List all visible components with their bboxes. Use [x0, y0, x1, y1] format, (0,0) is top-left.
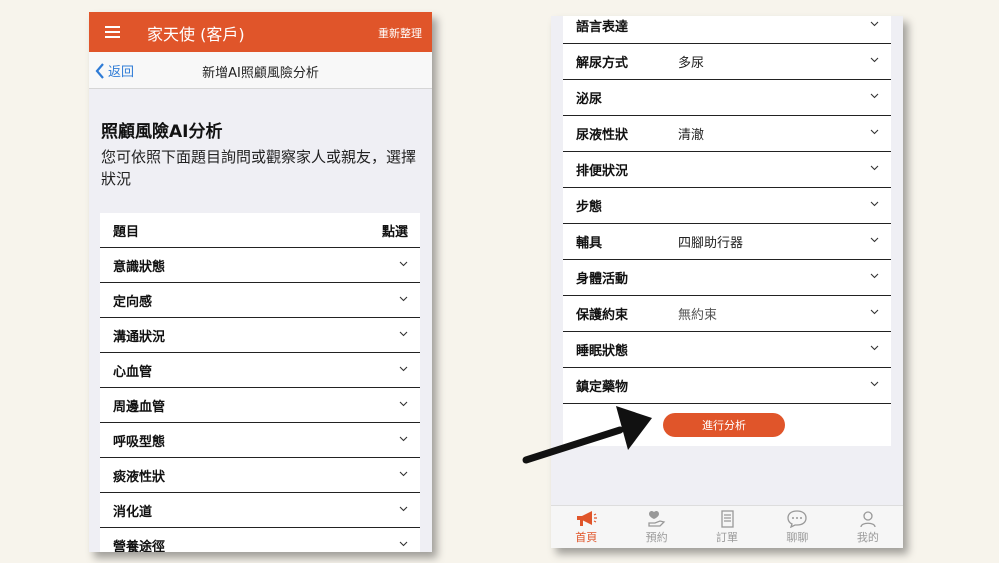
- question-label: 輔具: [576, 236, 603, 251]
- chevron-down-icon: [870, 345, 879, 351]
- tab-chat[interactable]: 聊聊: [762, 506, 832, 548]
- chevron-down-icon: [399, 506, 408, 512]
- question-row[interactable]: 溝通狀況: [100, 318, 420, 353]
- intro-title: 照顧風險AI分析: [101, 122, 223, 142]
- question-label: 尿液性狀: [576, 128, 629, 143]
- intro-description: 您可依照下面題目詢問或觀察家人或親友，選擇狀況: [101, 148, 417, 188]
- question-row[interactable]: 排便狀況: [563, 152, 891, 188]
- question-row[interactable]: 周邊血管: [100, 388, 420, 423]
- document-icon: [721, 510, 734, 528]
- question-row[interactable]: 痰液性狀: [100, 458, 420, 493]
- chevron-down-icon: [399, 331, 408, 337]
- question-row[interactable]: 泌尿: [563, 80, 891, 116]
- chevron-down-icon: [870, 237, 879, 243]
- question-row[interactable]: 意識狀態: [100, 248, 420, 283]
- chevron-down-icon: [870, 165, 879, 171]
- left-phone-screen: 家天使 (客戶) 重新整理 返回 新增AI照顧風險分析 照顧風險AI分析 您可依…: [89, 12, 432, 552]
- tab-home[interactable]: 首頁: [551, 506, 621, 548]
- question-label: 身體活動: [576, 272, 629, 287]
- risk-question-list: 題目 點選 意識狀態定向感溝通狀況心血管周邊血管呼吸型態痰液性狀消化道營養途徑: [100, 213, 420, 552]
- menu-icon[interactable]: [105, 26, 120, 38]
- pointer-arrow-icon: [522, 406, 652, 464]
- question-row[interactable]: 定向感: [100, 283, 420, 318]
- question-row[interactable]: 尿液性狀 清澈: [563, 116, 891, 152]
- selected-value: 四腳助行器: [678, 236, 744, 251]
- heart-hand-icon: [647, 510, 665, 527]
- user-icon: [860, 511, 876, 528]
- page-title: 新增AI照顧風險分析: [202, 66, 319, 81]
- header-select: 點選: [381, 224, 408, 240]
- bottom-tab-bar: 首頁 預約 訂單 聊聊 我的: [551, 505, 903, 548]
- question-row[interactable]: 呼吸型態: [100, 423, 420, 458]
- megaphone-icon: [577, 511, 598, 526]
- question-row[interactable]: 營養途徑: [100, 528, 420, 552]
- question-label: 語言表達: [576, 20, 629, 35]
- question-label: 鎮定藥物: [576, 380, 629, 395]
- tab-profile[interactable]: 我的: [833, 506, 903, 548]
- chevron-down-icon: [870, 129, 879, 135]
- question-label: 呼吸型態: [113, 434, 166, 450]
- question-label: 泌尿: [576, 92, 603, 107]
- question-row[interactable]: 步態: [563, 188, 891, 224]
- question-label: 溝通狀況: [113, 329, 166, 345]
- intro-section: 照顧風險AI分析 您可依照下面題目詢問或觀察家人或親友，選擇狀況: [89, 89, 432, 190]
- question-row[interactable]: 睡眠狀態: [563, 332, 891, 368]
- chevron-down-icon: [399, 261, 408, 267]
- selected-value: 多尿: [678, 56, 705, 71]
- question-row[interactable]: 解尿方式 多尿: [563, 44, 891, 80]
- nav-bar: 返回 新增AI照顧風險分析: [89, 52, 432, 89]
- question-label: 意識狀態: [113, 259, 166, 275]
- chevron-down-icon: [870, 381, 879, 387]
- question-label: 排便狀況: [576, 164, 629, 179]
- chevron-down-icon: [399, 296, 408, 302]
- chevron-down-icon: [399, 436, 408, 442]
- question-label: 痰液性狀: [113, 469, 166, 485]
- header-question: 題目: [113, 224, 140, 240]
- question-row[interactable]: 語言表達: [563, 16, 891, 44]
- question-row[interactable]: 心血管: [100, 353, 420, 388]
- chevron-down-icon: [399, 401, 408, 407]
- risk-question-list-continued: 語言表達解尿方式 多尿泌尿尿液性狀 清澈排便狀況步態輔具 四腳助行器身體活動保護約束 無…: [563, 16, 891, 446]
- question-label: 心血管: [113, 364, 153, 380]
- question-label: 步態: [576, 200, 603, 215]
- selected-value: 清澈: [678, 128, 705, 143]
- question-label: 周邊血管: [113, 399, 166, 415]
- chevron-down-icon: [870, 57, 879, 63]
- question-label: 解尿方式: [576, 56, 629, 71]
- analyze-button[interactable]: 進行分析: [663, 413, 785, 437]
- app-title: 家天使 (客戶): [147, 25, 245, 44]
- selected-value: 無約束: [678, 308, 718, 323]
- question-label: 保護約束: [576, 308, 629, 323]
- chevron-down-icon: [399, 541, 408, 547]
- refresh-button[interactable]: 重新整理: [378, 25, 422, 41]
- question-row[interactable]: 身體活動: [563, 260, 891, 296]
- chevron-down-icon: [399, 471, 408, 477]
- chevron-down-icon: [870, 93, 879, 99]
- question-label: 營養途徑: [113, 539, 166, 553]
- question-label: 消化道: [113, 504, 153, 520]
- question-row[interactable]: 保護約束 無約束: [563, 296, 891, 332]
- chevron-down-icon: [870, 273, 879, 279]
- question-row[interactable]: 輔具 四腳助行器: [563, 224, 891, 260]
- chevron-down-icon: [870, 201, 879, 207]
- chevron-down-icon: [870, 309, 879, 315]
- question-row[interactable]: 消化道: [100, 493, 420, 528]
- chat-bubble-icon: [787, 510, 808, 528]
- app-header: 家天使 (客戶) 重新整理: [89, 12, 432, 52]
- chevron-down-icon: [399, 366, 408, 372]
- chevron-down-icon: [870, 21, 879, 27]
- question-row[interactable]: 鎮定藥物: [563, 368, 891, 404]
- tab-orders[interactable]: 訂單: [692, 506, 762, 548]
- question-label: 定向感: [113, 294, 153, 310]
- list-header: 題目 點選: [100, 213, 420, 248]
- tab-booking[interactable]: 預約: [621, 506, 691, 548]
- question-label: 睡眠狀態: [576, 344, 629, 359]
